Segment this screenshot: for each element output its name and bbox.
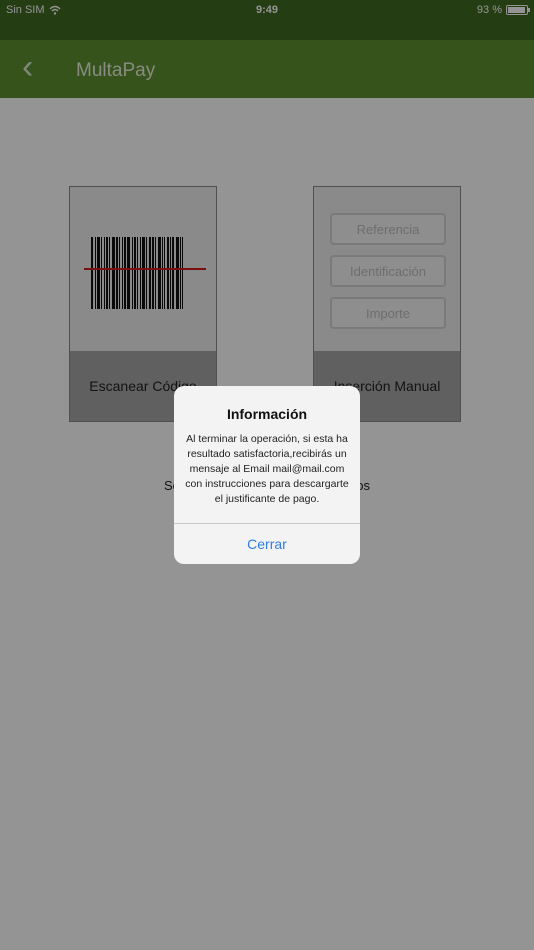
close-button[interactable]: Cerrar: [174, 524, 360, 564]
dialog-title: Información: [226, 406, 308, 422]
info-dialog: Información Al terminar la operación, si…: [174, 386, 360, 564]
dialog-message: Al terminar la operación, si esta ha res…: [185, 433, 349, 505]
